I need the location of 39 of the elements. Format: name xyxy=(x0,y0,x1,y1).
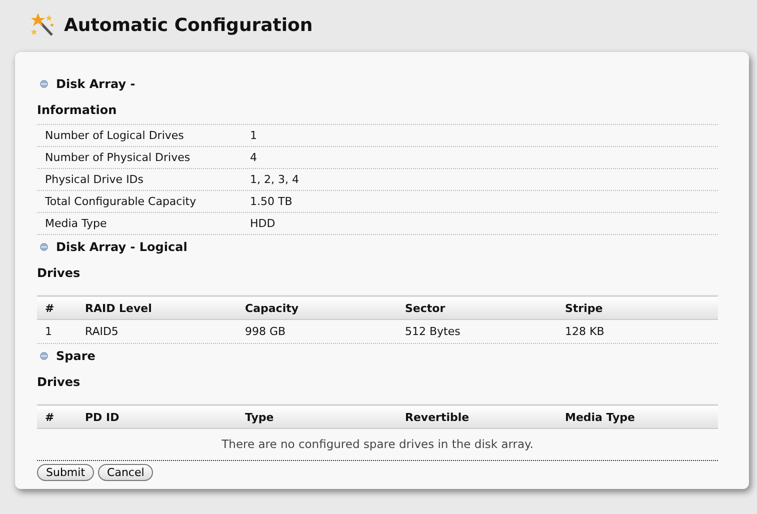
bullet-icon xyxy=(40,80,48,88)
section-heading: Spare xyxy=(56,349,96,363)
bullet-icon xyxy=(40,243,48,251)
empty-message: There are no configured spare drives in the disk array. xyxy=(37,429,718,461)
table-cell-text: 512 Bytes xyxy=(405,325,462,338)
subsection-heading: Drives xyxy=(37,266,80,280)
bullet-icon xyxy=(40,352,48,360)
column-header: Revertible xyxy=(405,410,470,424)
subsection-heading: Drives xyxy=(37,375,80,389)
info-value: 1 xyxy=(250,129,258,142)
info-label: Number of Logical Drives xyxy=(45,129,185,142)
magic-wand-icon xyxy=(30,12,56,38)
section-heading: Disk Array - xyxy=(56,77,136,91)
form-button[interactable]: Cancel xyxy=(98,464,154,481)
column-header: Media Type xyxy=(565,410,636,424)
column-header: RAID Level xyxy=(85,302,153,314)
table-cell-text: 1 xyxy=(45,325,53,338)
info-label: Total Configurable Capacity xyxy=(45,195,198,208)
column-header: PD ID xyxy=(85,410,120,424)
column-header: # xyxy=(45,410,56,424)
table-cell-text: 128 KB xyxy=(565,325,606,338)
form-button[interactable]: Submit xyxy=(37,464,94,481)
info-value: HDD xyxy=(250,217,276,230)
section-heading: Disk Array - Logical xyxy=(56,240,188,254)
column-header: Capacity xyxy=(245,302,300,314)
page-title: Automatic Configuration xyxy=(64,14,313,36)
column-header: Stripe xyxy=(565,302,604,314)
info-value: 4 xyxy=(250,151,258,164)
info-value: 1, 2, 3, 4 xyxy=(250,173,300,186)
subsection-heading: Information xyxy=(37,103,117,117)
info-value: 1.50 TB xyxy=(250,195,294,208)
table-cell-text: 998 GB xyxy=(245,325,287,338)
column-header: # xyxy=(45,302,56,314)
info-label: Number of Physical Drives xyxy=(45,151,192,164)
info-label: Physical Drive IDs xyxy=(45,173,145,186)
info-label: Media Type xyxy=(45,217,108,230)
column-header: Sector xyxy=(405,302,446,314)
column-header: Type xyxy=(245,410,275,424)
table-cell-text: RAID5 xyxy=(85,325,120,338)
